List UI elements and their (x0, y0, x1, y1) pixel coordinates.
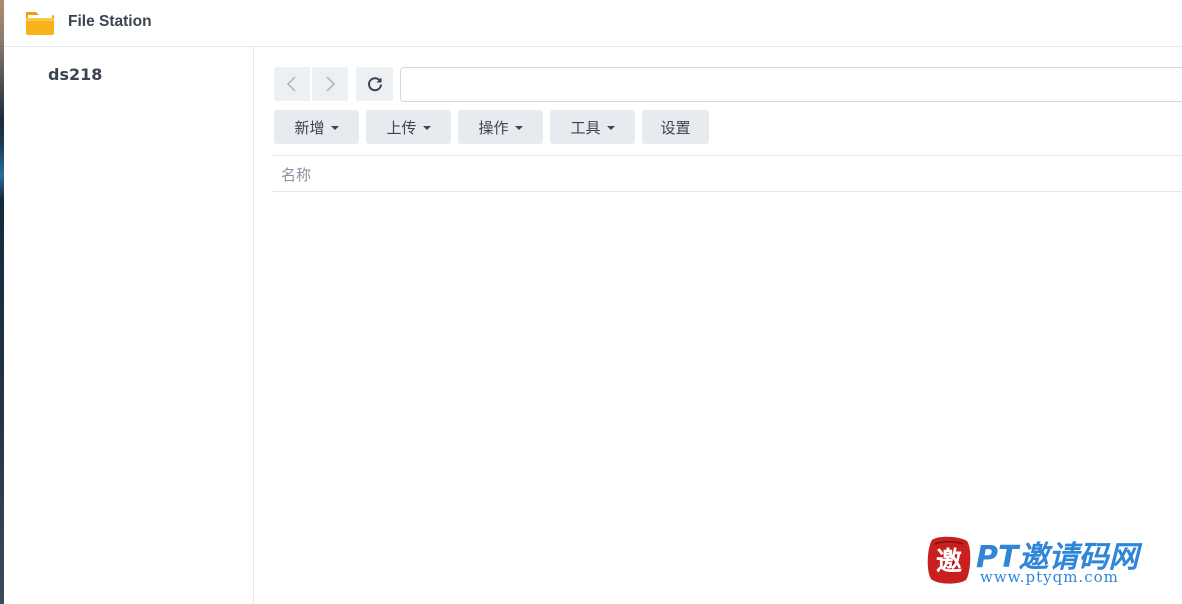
caret-down-icon (422, 126, 431, 130)
create-button[interactable]: 新增 (274, 110, 359, 144)
app-title: File Station (68, 13, 152, 30)
chevron-left-icon (286, 76, 296, 92)
back-button[interactable] (274, 67, 310, 101)
folder-icon (26, 12, 54, 35)
seal-char: 邀 (936, 547, 962, 577)
caret-down-icon (514, 126, 523, 130)
action-button[interactable]: 操作 (458, 110, 543, 144)
upload-button[interactable]: 上传 (366, 110, 451, 144)
file-list-header: 名称 (272, 155, 1182, 192)
settings-button[interactable]: 设置 (642, 110, 709, 144)
tools-button[interactable]: 工具 (550, 110, 635, 144)
sidebar: ds218 (4, 47, 254, 604)
upload-button-label: 上传 (386, 118, 417, 137)
refresh-icon (367, 77, 382, 92)
caret-down-icon (606, 126, 615, 130)
file-station-window: File Station ds218 新增 上传 操作 工具 设置 名称 (4, 0, 1182, 604)
history-nav (274, 67, 348, 101)
chevron-right-icon (326, 76, 336, 92)
sidebar-item-ds218[interactable]: ds218 (48, 65, 102, 84)
title-bar[interactable]: File Station (4, 0, 1182, 47)
column-header-name[interactable]: 名称 (281, 164, 311, 185)
watermark: 邀 PT邀请码网 www.ptyqm.com (926, 532, 1176, 590)
watermark-url: www.ptyqm.com (980, 568, 1119, 586)
caret-down-icon (330, 126, 339, 130)
refresh-button[interactable] (356, 67, 393, 101)
seal-logo-icon: 邀 (927, 536, 971, 584)
forward-button[interactable] (312, 67, 348, 101)
create-button-label: 新增 (294, 118, 325, 137)
path-input[interactable] (400, 67, 1182, 102)
tools-button-label: 工具 (570, 118, 601, 137)
action-button-label: 操作 (478, 118, 509, 137)
settings-button-label: 设置 (660, 118, 691, 137)
main-panel: 新增 上传 操作 工具 设置 名称 (254, 47, 1182, 604)
